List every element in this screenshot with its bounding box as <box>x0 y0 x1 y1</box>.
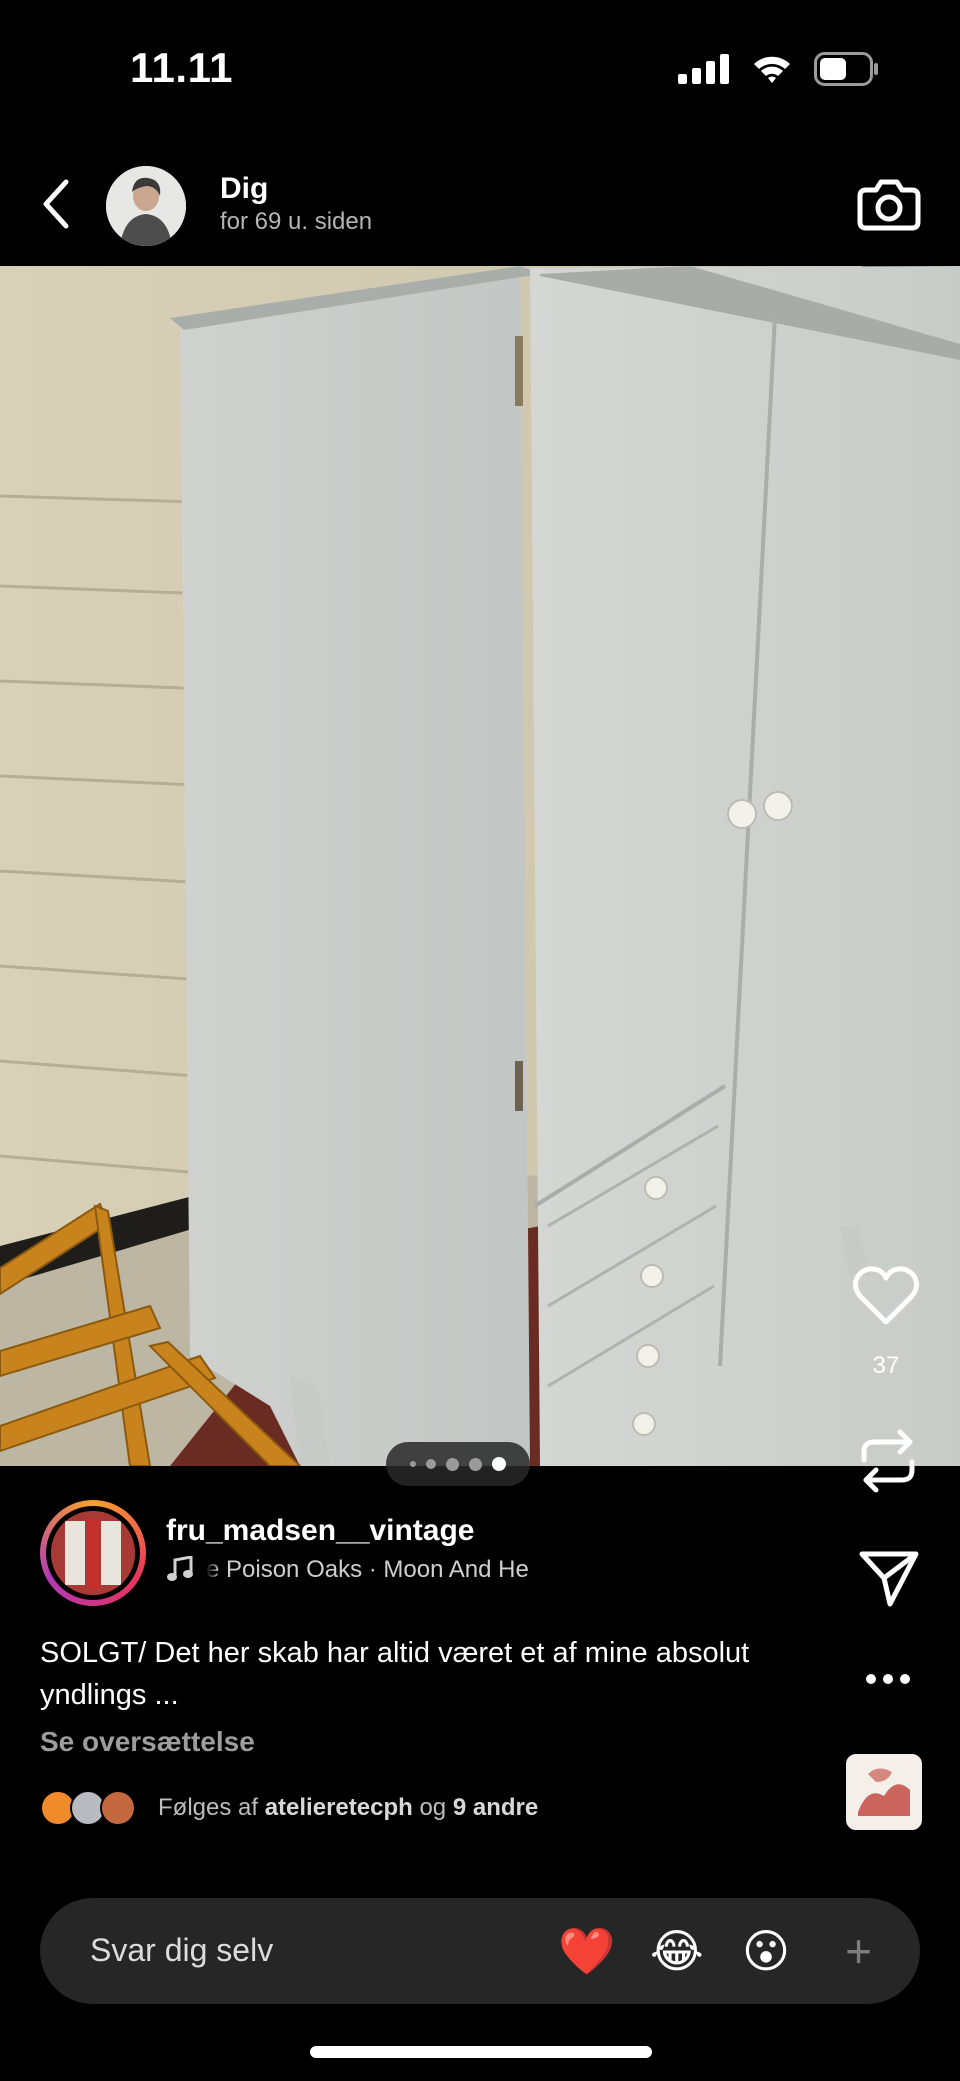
author-avatar-photo <box>51 1511 135 1595</box>
reply-input[interactable]: Svar dig selv <box>90 1932 273 1969</box>
reaction-laugh[interactable]: 😂 <box>650 1924 704 1978</box>
wardrobe-image <box>0 266 960 1466</box>
story-avatar[interactable] <box>106 166 186 246</box>
wifi-icon <box>754 56 790 83</box>
carousel-dot <box>426 1459 436 1469</box>
music-row[interactable]: e Poison Oaks · Moon And He <box>166 1556 596 1584</box>
status-time: 11.11 <box>130 44 233 91</box>
more-reactions-button[interactable]: + <box>845 1924 872 1978</box>
post-caption[interactable]: SOLGT/ Det her skab har altid været et a… <box>40 1632 820 1716</box>
music-title: e Poison Oaks · Moon And He <box>206 1556 529 1583</box>
repost-icon[interactable] <box>856 1428 920 1494</box>
reaction-wow[interactable]: 😮 <box>742 1924 790 1978</box>
back-chevron-icon[interactable] <box>36 176 76 232</box>
like-count: 37 <box>872 1352 900 1379</box>
follower-avatar <box>100 1790 136 1826</box>
audio-thumbnail-image <box>848 1756 920 1828</box>
carousel-indicator <box>386 1442 530 1486</box>
camera-icon[interactable] <box>856 170 922 236</box>
story-time-ago: for 69 u. siden <box>220 208 373 235</box>
reaction-heart[interactable]: ❤️ <box>558 1924 615 1978</box>
heart-icon[interactable] <box>852 1264 920 1326</box>
status-icons <box>678 52 880 86</box>
avatar-photo <box>106 166 186 246</box>
author-username[interactable]: fru_madsen__vintage <box>166 1514 474 1548</box>
post-photo[interactable] <box>0 266 960 1466</box>
carousel-dot <box>446 1457 459 1471</box>
carousel-dot <box>469 1457 482 1471</box>
author-avatar[interactable] <box>40 1500 146 1606</box>
audio-thumbnail[interactable] <box>846 1754 922 1830</box>
see-translation-link[interactable]: Se oversættelse <box>40 1726 255 1758</box>
carousel-dot-active <box>492 1457 506 1471</box>
reply-bar[interactable]: Svar dig selv ❤️ 😂 😮 + <box>40 1898 920 2004</box>
story-owner-name[interactable]: Dig <box>220 172 268 206</box>
followed-by-text: Følges af atelieretecph og 9 andre <box>158 1794 539 1821</box>
home-indicator[interactable] <box>310 2046 652 2058</box>
send-icon[interactable] <box>858 1548 920 1608</box>
more-icon[interactable] <box>864 1672 912 1686</box>
cellular-signal-icon <box>678 54 729 84</box>
music-note-icon <box>167 1556 193 1581</box>
battery-icon <box>814 52 878 86</box>
followed-by-row[interactable]: Følges af atelieretecph og 9 andre <box>40 1790 538 1826</box>
carousel-dot <box>410 1461 416 1467</box>
